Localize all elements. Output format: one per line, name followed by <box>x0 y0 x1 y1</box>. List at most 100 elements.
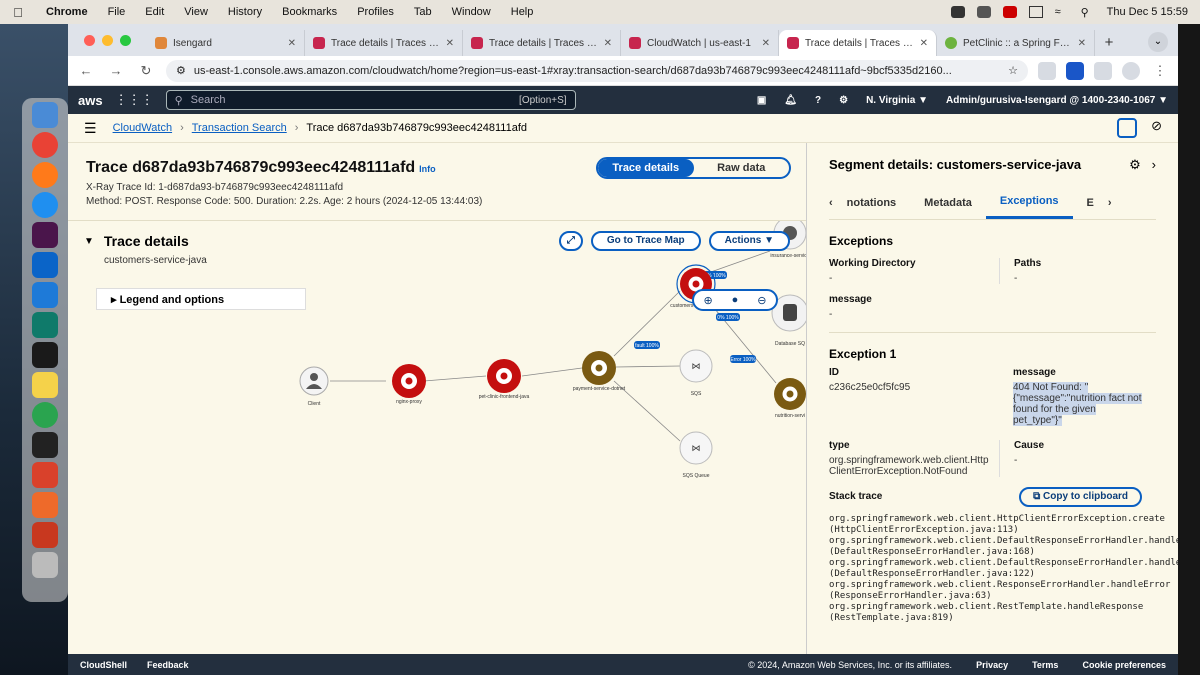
browser-tab[interactable]: Trace details | Traces | C ✕ <box>305 30 463 56</box>
privacy-link[interactable]: Privacy <box>976 660 1008 670</box>
battery-icon[interactable] <box>1028 6 1043 18</box>
chrome-icon[interactable] <box>32 132 58 158</box>
browser-tab[interactable]: PetClinic :: a Spring Fram ✕ <box>937 30 1095 56</box>
finder-icon[interactable] <box>32 102 58 128</box>
notifications-icon[interactable]: ⊘ <box>1151 118 1162 138</box>
browser-tab[interactable]: Trace details | Traces | C ✕ <box>463 30 621 56</box>
panel-settings-icon[interactable]: ⚙ › <box>1129 157 1156 173</box>
amazon-icon[interactable] <box>32 432 58 458</box>
cloudshell-icon[interactable]: ▣ <box>757 95 766 106</box>
zoom-out-icon[interactable]: ⊖ <box>757 294 766 307</box>
info-link[interactable]: Info <box>419 164 436 174</box>
search-icon[interactable]: ⚲ <box>1081 6 1095 19</box>
vscode-icon[interactable] <box>32 282 58 308</box>
menu-edit[interactable]: Edit <box>135 6 174 18</box>
node-nginx-proxy[interactable]: nginx-proxy <box>392 364 426 405</box>
browser-tab[interactable]: Isengard ✕ <box>147 30 305 56</box>
copy-to-clipboard-button[interactable]: ⧉ Copy to clipboard <box>1019 487 1142 507</box>
breadcrumb-transaction-search[interactable]: Transaction Search <box>192 122 287 134</box>
slack-icon[interactable] <box>32 222 58 248</box>
trash-icon[interactable] <box>32 552 58 578</box>
menu-window[interactable]: Window <box>442 6 501 18</box>
node-sqs[interactable]: ⋈ SQS <box>679 349 713 397</box>
profile-avatar-icon[interactable] <box>1122 61 1140 80</box>
fullscreen-icon[interactable]: ⤢ <box>558 231 583 251</box>
bookmark-star-icon[interactable]: ☆ <box>1008 64 1018 77</box>
close-tab-icon[interactable]: ✕ <box>446 38 454 49</box>
browser-menu-icon[interactable]: ⋮ <box>1150 63 1170 79</box>
aws-search-input[interactable]: ⚲ Search [Option+S] <box>165 90 576 110</box>
node-pet-clinic-frontend[interactable]: pet-clinic-frontend-java <box>479 359 530 400</box>
split-panel-icon[interactable] <box>1117 118 1138 138</box>
zoom-reset-icon[interactable]: ● <box>732 294 739 306</box>
tab-exceptions[interactable]: Exceptions <box>985 186 1073 219</box>
breadcrumb-cloudwatch[interactable]: CloudWatch <box>113 122 173 134</box>
app-icon[interactable] <box>32 492 58 518</box>
menu-bookmarks[interactable]: Bookmarks <box>272 6 347 18</box>
terminal-icon[interactable] <box>32 342 58 368</box>
tab-metadata[interactable]: Metadata <box>910 188 986 218</box>
cloudshell-link[interactable]: CloudShell <box>80 660 127 670</box>
status-app-icon[interactable] <box>1002 6 1017 18</box>
menu-view[interactable]: View <box>174 6 218 18</box>
outlook-icon[interactable] <box>32 252 58 278</box>
tabs-next-icon[interactable]: › <box>1108 197 1112 209</box>
menu-file[interactable]: File <box>98 6 136 18</box>
close-tab-icon[interactable]: ✕ <box>762 38 770 49</box>
app-icon[interactable] <box>32 462 58 488</box>
cookie-preferences-link[interactable]: Cookie preferences <box>1082 660 1166 670</box>
side-nav-menu-icon[interactable]: ☰ <box>84 120 97 137</box>
feedback-link[interactable]: Feedback <box>147 660 189 670</box>
tab-search-icon[interactable]: ⌄ <box>1148 32 1168 52</box>
browser-tab-active[interactable]: Trace details | Traces | C ✕ <box>779 30 937 56</box>
safari-icon[interactable] <box>32 192 58 218</box>
node-client[interactable]: Client <box>299 366 329 407</box>
tab-more[interactable]: E <box>1073 188 1108 218</box>
site-info-icon[interactable]: ⚙ <box>176 64 186 77</box>
wifi-icon[interactable]: ≈ <box>1055 6 1069 18</box>
menu-profiles[interactable]: Profiles <box>347 6 404 18</box>
close-window-button[interactable] <box>84 35 95 46</box>
menu-history[interactable]: History <box>218 6 272 18</box>
app-icon[interactable] <box>32 312 58 338</box>
extension-icon[interactable] <box>1066 61 1084 80</box>
terms-link[interactable]: Terms <box>1032 660 1058 670</box>
raw-data-toggle[interactable]: Raw data <box>694 159 790 177</box>
extension-icon[interactable] <box>1038 61 1056 80</box>
browser-tab[interactable]: CloudWatch | us-east-1 ✕ <box>621 30 779 56</box>
node-payment-service[interactable]: payment-service-dotnet <box>573 351 626 392</box>
reload-icon[interactable]: ↻ <box>136 63 156 79</box>
close-tab-icon[interactable]: ✕ <box>1078 38 1086 49</box>
notifications-bell-icon[interactable]: 🔔︎ <box>784 95 797 106</box>
go-to-trace-map-button[interactable]: Go to Trace Map <box>590 231 701 251</box>
close-tab-icon[interactable]: ✕ <box>604 38 612 49</box>
aws-logo[interactable]: aws <box>78 93 103 108</box>
account-menu[interactable]: Admin/gurusiva-Isengard @ 1400-2340-1067… <box>946 95 1168 106</box>
services-grid-icon[interactable]: ⋮⋮⋮ <box>115 92 154 108</box>
trace-details-toggle[interactable]: Trace details <box>598 159 694 177</box>
back-icon[interactable]: ← <box>76 63 96 78</box>
extensions-puzzle-icon[interactable] <box>1094 61 1112 80</box>
app-icon[interactable] <box>32 402 58 428</box>
minimize-window-button[interactable] <box>102 35 113 46</box>
tab-annotations[interactable]: notations <box>833 188 911 218</box>
firefox-icon[interactable] <box>32 162 58 188</box>
notes-icon[interactable] <box>32 372 58 398</box>
legend-and-options[interactable]: ▸ Legend and options <box>96 288 306 310</box>
exception-message-value[interactable]: 404 Not Found: "{"message":"nutrition fa… <box>1013 382 1142 426</box>
apple-icon[interactable]:  <box>0 5 36 20</box>
close-tab-icon[interactable]: ✕ <box>288 38 296 49</box>
help-icon[interactable]: ? <box>815 95 821 106</box>
status-app-icon[interactable] <box>950 6 965 18</box>
clock[interactable]: Thu Dec 5 15:59 <box>1107 6 1188 18</box>
menu-tab[interactable]: Tab <box>404 6 442 18</box>
forward-icon[interactable]: → <box>106 63 126 78</box>
powerpoint-icon[interactable] <box>32 522 58 548</box>
close-tab-icon[interactable]: ✕ <box>920 38 928 49</box>
region-selector[interactable]: N. Virginia ▼ <box>866 95 928 106</box>
settings-gear-icon[interactable]: ⚙ <box>839 95 848 106</box>
menu-help[interactable]: Help <box>501 6 544 18</box>
actions-button[interactable]: Actions ▼ <box>708 231 790 251</box>
maximize-window-button[interactable] <box>120 35 131 46</box>
menu-app-chrome[interactable]: Chrome <box>36 6 98 18</box>
